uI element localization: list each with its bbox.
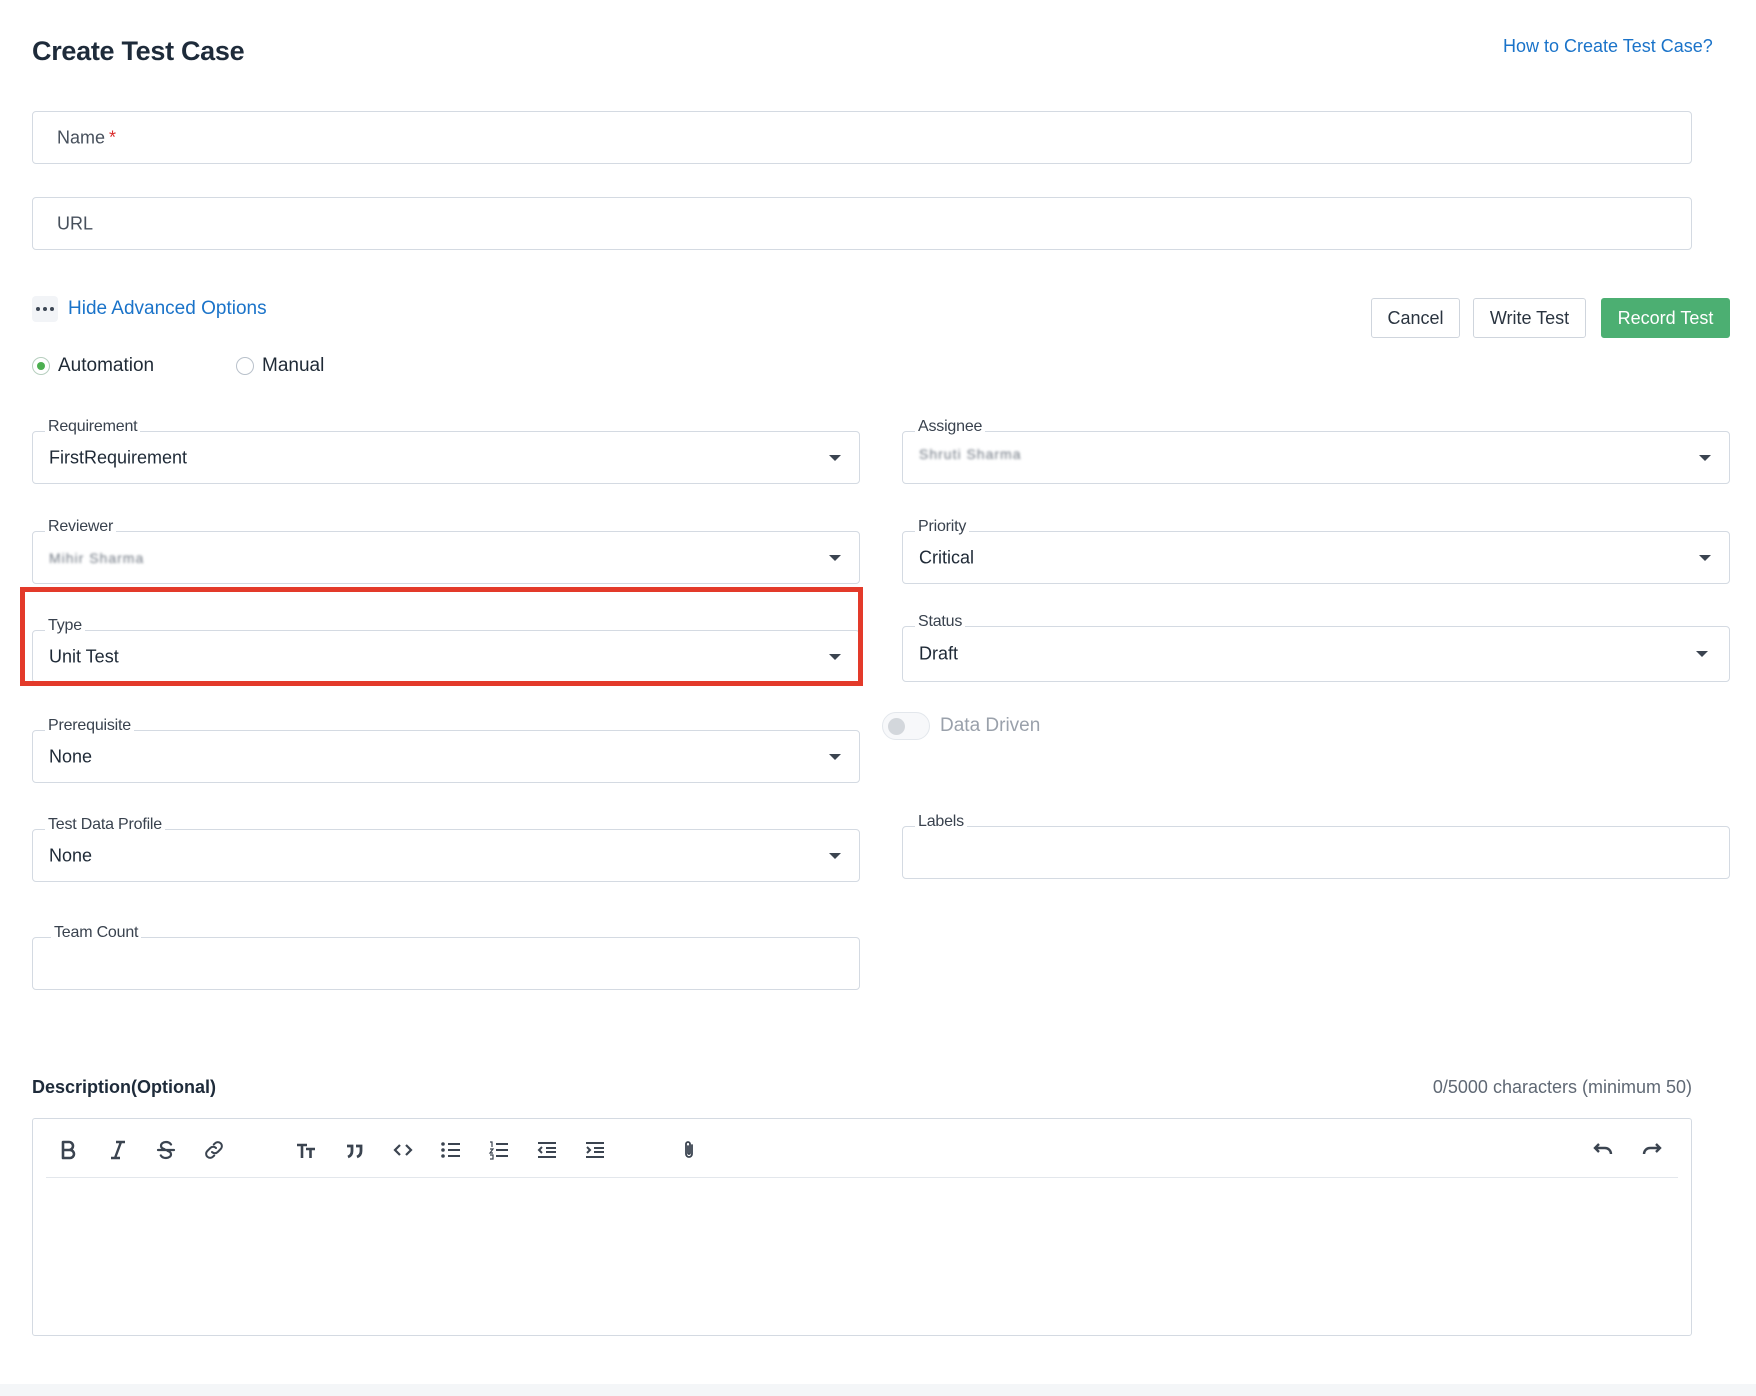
automation-radio[interactable]: Automation xyxy=(32,355,154,377)
status-value: Draft xyxy=(919,643,959,664)
data-driven-toggle[interactable] xyxy=(882,712,930,740)
type-value: Unit Test xyxy=(49,646,119,666)
requirement-value: FirstRequirement xyxy=(49,447,188,467)
chevron-down-icon xyxy=(1696,651,1708,657)
status-select[interactable]: Status Draft xyxy=(902,613,1730,682)
page-title: Create Test Case xyxy=(32,36,245,66)
assignee-label: Assignee xyxy=(915,418,986,436)
radio-checked-icon xyxy=(32,357,50,375)
advanced-options-label: Hide Advanced Options xyxy=(68,298,267,319)
chevron-down-icon xyxy=(829,852,841,859)
redo-icon[interactable] xyxy=(1637,1135,1667,1165)
automation-label: Automation xyxy=(58,355,155,376)
hide-advanced-options[interactable]: Hide Advanced Options xyxy=(32,296,267,322)
url-placeholder: URL xyxy=(57,213,94,233)
footer-strip xyxy=(0,1384,1756,1396)
priority-value: Critical xyxy=(919,547,975,567)
chevron-down-icon xyxy=(829,753,841,760)
quote-icon[interactable] xyxy=(339,1135,369,1165)
code-icon[interactable] xyxy=(388,1135,418,1165)
priority-select[interactable]: Priority Critical xyxy=(902,518,1730,584)
description-label: Description(Optional) xyxy=(32,1077,216,1097)
type-select[interactable]: Type Unit Test xyxy=(32,617,860,683)
team-count-label: Team Count xyxy=(51,924,142,942)
more-icon xyxy=(32,296,58,322)
chevron-down-icon xyxy=(829,454,841,461)
reviewer-value: Mihir Sharma xyxy=(49,549,145,566)
reviewer-select[interactable]: Reviewer Mihir Sharma xyxy=(32,518,860,584)
chevron-down-icon xyxy=(1699,554,1711,561)
url-field[interactable]: URL xyxy=(32,197,1692,250)
record-test-button[interactable]: Record Test xyxy=(1601,298,1730,338)
description-editor[interactable] xyxy=(32,1118,1692,1336)
outdent-icon[interactable] xyxy=(532,1135,562,1165)
test-data-profile-value: None xyxy=(49,845,93,865)
toolbar-divider xyxy=(46,1177,1678,1178)
help-link[interactable]: How to Create Test Case? xyxy=(1503,36,1713,57)
labels-label: Labels xyxy=(915,813,967,831)
write-test-button[interactable]: Write Test xyxy=(1473,298,1586,338)
labels-input[interactable]: Labels xyxy=(902,813,1730,879)
description-text-area[interactable] xyxy=(46,1181,1678,1327)
prerequisite-select[interactable]: Prerequisite None xyxy=(32,717,860,783)
chevron-down-icon xyxy=(829,653,841,660)
assignee-value: Shruti Sharma xyxy=(919,446,1022,462)
prerequisite-label: Prerequisite xyxy=(45,717,134,735)
manual-label: Manual xyxy=(262,355,325,376)
name-placeholder: Name * xyxy=(57,127,117,147)
priority-label: Priority xyxy=(915,518,970,536)
italic-icon[interactable] xyxy=(103,1135,133,1165)
attachment-icon[interactable] xyxy=(674,1135,704,1165)
chevron-down-icon xyxy=(1699,454,1711,461)
assignee-select[interactable]: Assignee Shruti Sharma xyxy=(902,418,1730,484)
character-counter: 0/5000 characters (minimum 50) xyxy=(1432,1077,1692,1097)
required-mark: * xyxy=(109,127,117,147)
test-data-profile-select[interactable]: Test Data Profile None xyxy=(32,816,860,882)
cancel-button[interactable]: Cancel xyxy=(1371,298,1460,338)
chevron-down-icon xyxy=(829,554,841,561)
manual-radio[interactable]: Manual xyxy=(236,355,324,377)
test-data-profile-label: Test Data Profile xyxy=(45,816,165,834)
requirement-select[interactable]: Requirement FirstRequirement xyxy=(32,418,860,484)
bullet-list-icon[interactable] xyxy=(436,1135,466,1165)
prerequisite-value: None xyxy=(49,746,93,766)
strikethrough-icon[interactable] xyxy=(151,1135,181,1165)
team-count-input[interactable]: Team Count xyxy=(32,924,860,990)
toggle-knob xyxy=(888,718,905,735)
indent-icon[interactable] xyxy=(580,1135,610,1165)
status-label: Status xyxy=(915,613,966,631)
name-field[interactable]: Name * xyxy=(32,111,1692,164)
data-driven-label: Data Driven xyxy=(940,715,1041,736)
radio-unchecked-icon xyxy=(236,357,254,375)
reviewer-label: Reviewer xyxy=(45,518,117,536)
link-icon[interactable] xyxy=(199,1135,229,1165)
heading-icon[interactable] xyxy=(291,1135,321,1165)
requirement-label: Requirement xyxy=(45,418,141,436)
undo-icon[interactable] xyxy=(1588,1135,1618,1165)
type-label: Type xyxy=(45,617,85,635)
numbered-list-icon[interactable] xyxy=(484,1135,514,1165)
bold-icon[interactable] xyxy=(53,1135,83,1165)
